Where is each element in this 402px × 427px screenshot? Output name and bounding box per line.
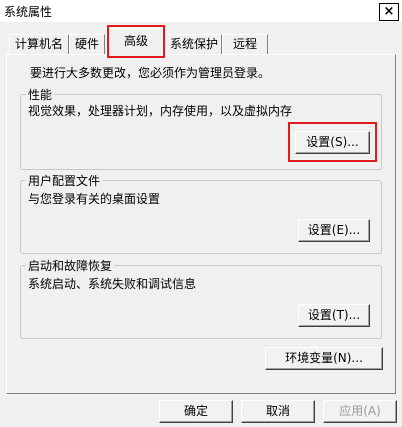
user-profiles-description: 与您登录有关的桌面设置 bbox=[28, 192, 161, 206]
tab-label: 计算机名 bbox=[14, 37, 63, 51]
close-icon[interactable]: × bbox=[379, 3, 399, 21]
cancel-button[interactable]: 取消 bbox=[241, 400, 315, 423]
startup-recovery-settings-button[interactable]: 设置(T)... bbox=[298, 304, 370, 327]
tab-remote[interactable]: 远程 bbox=[222, 34, 268, 54]
tab-label: 系统保护 bbox=[169, 37, 218, 51]
tab-advanced[interactable]: 高级 bbox=[108, 28, 164, 56]
performance-description: 视觉效果，处理器计划，内存使用，以及虚拟内存 bbox=[28, 104, 293, 118]
tab-computer-name[interactable]: 计算机名 bbox=[9, 34, 69, 54]
title-bar: 系统属性 × bbox=[0, 0, 402, 22]
tab-system-protection[interactable]: 系统保护 bbox=[166, 34, 222, 54]
tab-hardware[interactable]: 硬件 bbox=[69, 34, 105, 54]
tab-label: 高级 bbox=[123, 34, 148, 48]
tab-label: 硬件 bbox=[74, 37, 99, 51]
startup-recovery-title: 启动和故障恢复 bbox=[26, 257, 115, 274]
performance-title: 性能 bbox=[26, 86, 55, 103]
performance-settings-button[interactable]: 设置(S)... bbox=[295, 131, 370, 154]
environment-variables-button[interactable]: 环境变量(N)... bbox=[265, 347, 383, 370]
window-title: 系统属性 bbox=[4, 5, 53, 19]
tab-label: 远程 bbox=[232, 37, 257, 51]
apply-button[interactable]: 应用(A) bbox=[323, 400, 397, 423]
admin-notice: 要进行大多数更改，您必须作为管理员登录。 bbox=[30, 66, 271, 80]
user-profiles-settings-button[interactable]: 设置(E)... bbox=[298, 219, 370, 242]
ok-button[interactable]: 确定 bbox=[159, 400, 233, 423]
startup-recovery-description: 系统启动、系统失败和调试信息 bbox=[28, 277, 197, 291]
user-profiles-title: 用户配置文件 bbox=[26, 172, 103, 189]
